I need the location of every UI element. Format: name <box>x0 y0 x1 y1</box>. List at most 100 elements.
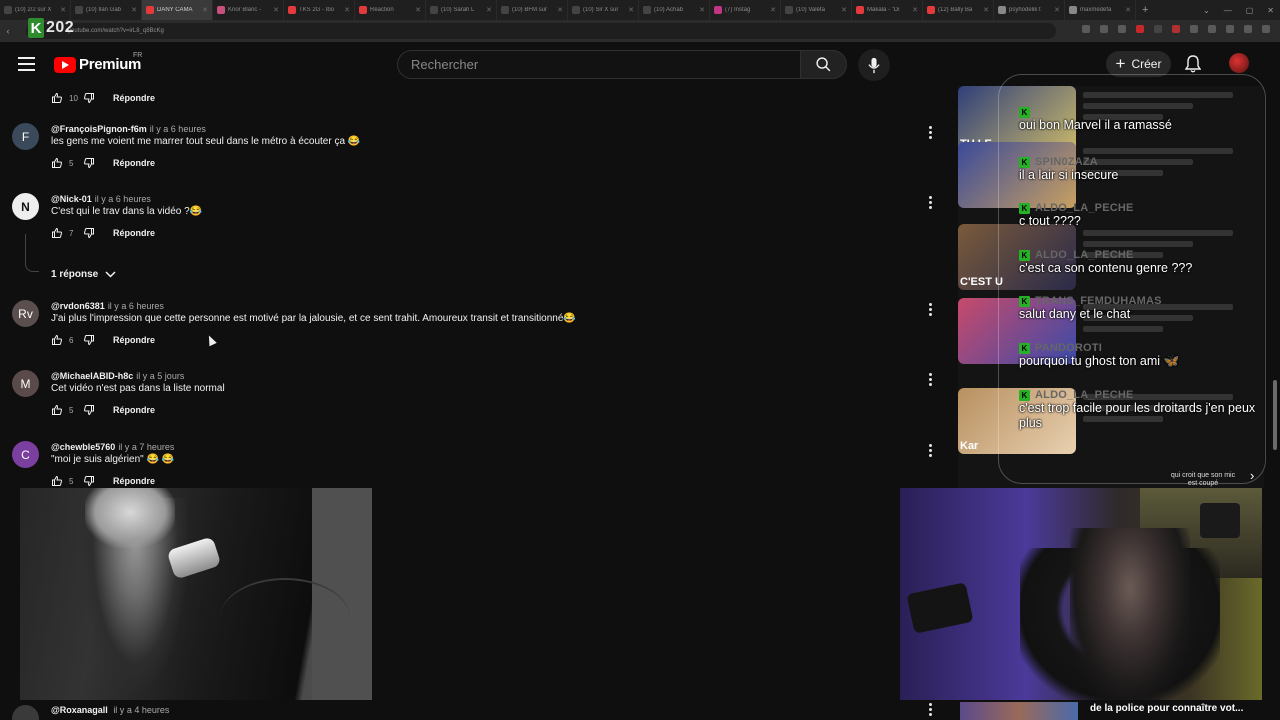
avatar[interactable] <box>12 705 39 720</box>
close-tab-icon[interactable]: ✕ <box>273 6 279 14</box>
menu-dots-icon[interactable] <box>1262 25 1270 33</box>
replies-toggle-button[interactable]: 1 réponse <box>51 269 116 280</box>
close-window-button[interactable]: ✕ <box>1267 6 1274 15</box>
comment-author[interactable]: @rvdon6381 <box>51 301 105 311</box>
reply-button[interactable]: Répondre <box>113 476 155 486</box>
comment-time[interactable]: il y a 4 heures <box>113 705 169 715</box>
comment-more-icon[interactable] <box>929 196 932 209</box>
close-tab-icon[interactable]: ✕ <box>415 6 421 14</box>
voice-search-button[interactable] <box>858 49 890 81</box>
thumbs-down-icon[interactable] <box>83 334 95 346</box>
extension-icon[interactable] <box>1190 25 1198 33</box>
reply-button[interactable]: Répondre <box>113 405 155 415</box>
thumbs-down-icon[interactable] <box>83 404 95 416</box>
comment-author[interactable]: @Nick-01 <box>51 194 92 204</box>
browser-tab[interactable]: (10) BFM sur ✕ <box>497 0 568 20</box>
close-tab-icon[interactable]: ✕ <box>841 6 847 14</box>
close-tab-icon[interactable]: ✕ <box>131 6 137 14</box>
profile-icon[interactable] <box>1244 25 1252 33</box>
avatar[interactable]: C <box>12 441 39 468</box>
comment-time[interactable]: il y a 6 heures <box>150 124 206 134</box>
search-button[interactable] <box>800 50 847 79</box>
thumbs-down-icon[interactable] <box>83 92 95 104</box>
browser-tab[interactable]: TKS 2G - Ibo ✕ <box>284 0 355 20</box>
thumbs-up-icon[interactable] <box>51 404 63 416</box>
avatar[interactable]: Rv <box>12 300 39 327</box>
back-arrow-icon[interactable]: ‹ <box>0 26 16 36</box>
maximize-button[interactable]: ▢ <box>1246 6 1254 15</box>
avatar[interactable]: N <box>12 193 39 220</box>
close-tab-icon[interactable]: ✕ <box>1054 6 1060 14</box>
close-tab-icon[interactable]: ✕ <box>983 6 989 14</box>
browser-tab[interactable]: psyhodelik t ✕ <box>994 0 1065 20</box>
comment-more-icon[interactable] <box>929 126 932 139</box>
comment-more-icon[interactable] <box>929 303 932 316</box>
close-tab-icon[interactable]: ✕ <box>628 6 634 14</box>
browser-tab[interactable]: Knor Blanc - ✕ <box>213 0 284 20</box>
thumbs-up-icon[interactable] <box>51 92 63 104</box>
browser-tab[interactable]: DANY CAMA ✕ <box>142 0 213 20</box>
comment-author[interactable]: @Roxanagall <box>51 705 108 715</box>
browser-tab[interactable]: Makala - "Di ✕ <box>852 0 923 20</box>
thumbs-up-icon[interactable] <box>51 157 63 169</box>
thumbs-down-icon[interactable] <box>83 475 95 487</box>
comment-more-icon[interactable] <box>929 703 932 716</box>
video-thumbnail[interactable] <box>960 702 1078 720</box>
thumbs-up-icon[interactable] <box>51 334 63 346</box>
avatar[interactable]: M <box>12 370 39 397</box>
extension-icon[interactable] <box>1154 25 1162 33</box>
comment-more-icon[interactable] <box>929 373 932 386</box>
minimize-button[interactable]: — <box>1224 6 1232 15</box>
browser-tab[interactable]: (10) Sir X sur ✕ <box>568 0 639 20</box>
extension-icon[interactable] <box>1172 25 1180 33</box>
video-title[interactable]: de la police pour connaître vot... <box>1090 703 1243 714</box>
star-icon[interactable] <box>1118 25 1126 33</box>
browser-tab[interactable]: (10) Valéta ✕ <box>781 0 852 20</box>
avatar[interactable]: F <box>12 123 39 150</box>
thumbs-down-icon[interactable] <box>83 157 95 169</box>
close-tab-icon[interactable]: ✕ <box>557 6 563 14</box>
comment-time[interactable]: il y a 7 heures <box>118 442 174 452</box>
comment-time[interactable]: il y a 6 heures <box>108 301 164 311</box>
url-field[interactable]: youtube.com/watch?v=irL8_q8BcKg <box>26 23 1056 39</box>
reply-button[interactable]: Répondre <box>113 158 155 168</box>
close-tab-icon[interactable]: ✕ <box>1125 6 1131 14</box>
download-icon[interactable] <box>1226 25 1234 33</box>
browser-tab[interactable]: (10) Achab ✕ <box>639 0 710 20</box>
account-avatar[interactable] <box>1229 53 1249 73</box>
reply-button[interactable]: Répondre <box>113 335 155 345</box>
comment-more-icon[interactable] <box>929 444 932 457</box>
comment-author[interactable]: @FrançoisPignon-f6m <box>51 124 147 134</box>
close-tab-icon[interactable]: ✕ <box>912 6 918 14</box>
zoom-icon[interactable] <box>1082 25 1090 33</box>
browser-tab[interactable]: (10) 2/2 sur X ✕ <box>0 0 71 20</box>
browser-tab[interactable]: maxmedefa ✕ <box>1065 0 1136 20</box>
browser-tab[interactable]: (7) Instag ✕ <box>710 0 781 20</box>
reply-button[interactable]: Répondre <box>113 228 155 238</box>
chevron-right-icon[interactable]: › <box>1250 468 1254 483</box>
reply-button[interactable]: Répondre <box>113 93 155 103</box>
extension-icon[interactable] <box>1136 25 1144 33</box>
comment-author[interactable]: @MichaelABID-h8c <box>51 371 133 381</box>
comment-time[interactable]: il y a 5 jours <box>136 371 184 381</box>
browser-tab[interactable]: (10) Ilan Gab ✕ <box>71 0 142 20</box>
close-tab-icon[interactable]: ✕ <box>60 6 66 14</box>
extensions-puzzle-icon[interactable] <box>1208 25 1216 33</box>
close-tab-icon[interactable]: ✕ <box>202 6 208 14</box>
comment-author[interactable]: @chewble5760 <box>51 442 115 452</box>
share-icon[interactable] <box>1100 25 1108 33</box>
close-tab-icon[interactable]: ✕ <box>699 6 705 14</box>
browser-tab[interactable]: (12) Bally Ba ✕ <box>923 0 994 20</box>
search-input[interactable]: Rechercher <box>397 50 800 79</box>
browser-tab[interactable]: Réaction ✕ <box>355 0 426 20</box>
tab-search-icon[interactable]: ⌄ <box>1203 6 1210 15</box>
close-tab-icon[interactable]: ✕ <box>770 6 776 14</box>
scrollbar[interactable] <box>1273 380 1277 450</box>
browser-tab[interactable]: (10) Sarah L ✕ <box>426 0 497 20</box>
menu-hamburger-icon[interactable] <box>18 57 35 71</box>
new-tab-button[interactable]: + <box>1136 4 1154 16</box>
notifications-bell-icon[interactable] <box>1185 55 1201 73</box>
close-tab-icon[interactable]: ✕ <box>344 6 350 14</box>
thumbs-up-icon[interactable] <box>51 475 63 487</box>
thumbs-down-icon[interactable] <box>83 227 95 239</box>
